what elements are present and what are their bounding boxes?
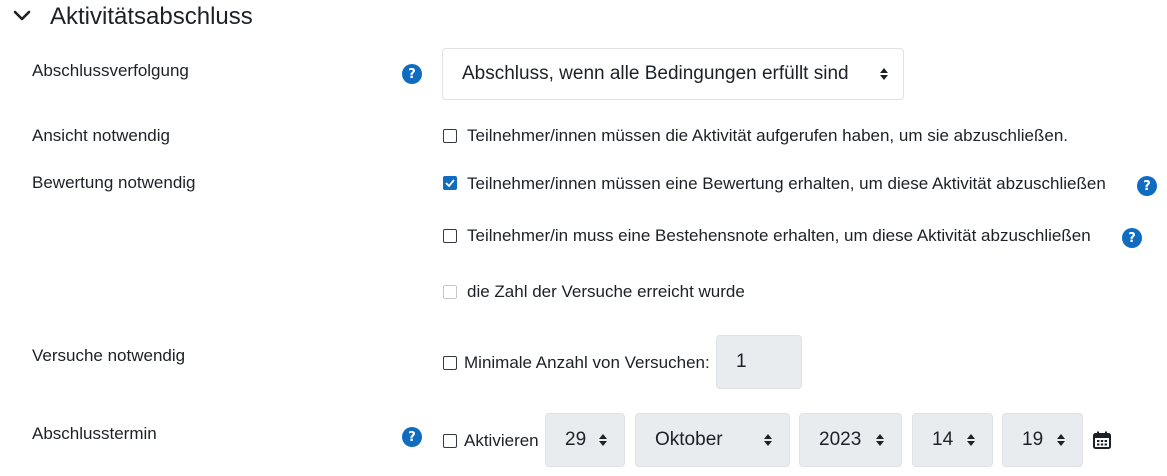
- help-icon[interactable]: ?: [402, 427, 422, 447]
- pass-grade-checkbox[interactable]: [443, 229, 457, 243]
- completion-tracking-selected: Abschluss, wenn alle Bedingungen erfüllt…: [462, 63, 849, 84]
- help-icon[interactable]: ?: [1122, 228, 1142, 248]
- min-attempts-checkbox[interactable]: [443, 356, 457, 370]
- day-value: 29: [565, 429, 587, 450]
- completion-tracking-label: Abschlussverfolgung: [32, 61, 189, 80]
- view-required-option: Teilnehmer/innen müssen die Aktivität au…: [467, 126, 1069, 145]
- month-select[interactable]: Oktober: [635, 413, 790, 467]
- enable-date-label: Aktivieren: [464, 431, 539, 450]
- completion-tracking-select[interactable]: Abschluss, wenn alle Bedingungen erfüllt…: [442, 48, 904, 100]
- section-title[interactable]: Aktivitätsabschluss: [50, 2, 253, 32]
- enable-date-checkbox[interactable]: [443, 434, 457, 448]
- attempts-required-label: Versuche notwendig: [32, 346, 186, 365]
- day-select[interactable]: 29: [545, 413, 625, 467]
- month-value: Oktober: [655, 429, 723, 450]
- check-icon: [445, 179, 455, 187]
- year-select[interactable]: 2023: [799, 413, 902, 467]
- select-arrows-icon: [763, 434, 773, 446]
- min-attempts-option: Minimale Anzahl von Versuchen:: [464, 353, 710, 372]
- minute-value: 19: [1022, 429, 1044, 450]
- attempts-reached-checkbox[interactable]: [443, 285, 457, 299]
- chevron-down-icon[interactable]: [12, 9, 32, 23]
- select-arrows-icon: [598, 434, 608, 446]
- hour-select[interactable]: 14: [912, 413, 993, 467]
- calendar-icon[interactable]: [1092, 430, 1112, 450]
- pass-grade-option: Teilnehmer/in muss eine Bestehensnote er…: [467, 226, 1091, 245]
- hour-value: 14: [932, 429, 954, 450]
- select-arrows-icon: [879, 68, 889, 80]
- grade-required-label: Bewertung notwendig: [32, 173, 196, 192]
- view-required-label: Ansicht notwendig: [32, 126, 170, 145]
- view-required-checkbox[interactable]: [443, 129, 457, 143]
- min-attempts-input[interactable]: 1: [716, 335, 802, 389]
- attempts-reached-option: die Zahl der Versuche erreicht wurde: [467, 282, 745, 301]
- receive-grade-checkbox[interactable]: [443, 176, 457, 190]
- select-arrows-icon: [1056, 434, 1066, 446]
- year-value: 2023: [819, 429, 862, 450]
- minute-select[interactable]: 19: [1002, 413, 1083, 467]
- completion-date-label: Abschlusstermin: [32, 424, 157, 443]
- help-icon[interactable]: ?: [402, 64, 422, 84]
- help-icon[interactable]: ?: [1137, 176, 1157, 196]
- select-arrows-icon: [875, 434, 885, 446]
- select-arrows-icon: [966, 434, 976, 446]
- receive-grade-option: Teilnehmer/innen müssen eine Bewertung e…: [467, 174, 1106, 193]
